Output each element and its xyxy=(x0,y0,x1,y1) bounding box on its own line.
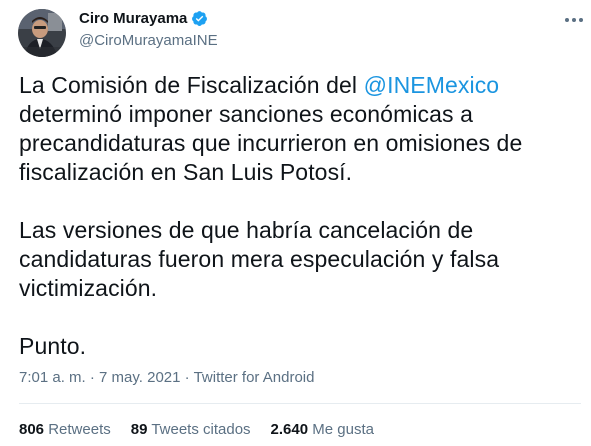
tweet-text-segment: determinó imponer sanciones económicas a… xyxy=(19,101,523,185)
quotes-count: 89 xyxy=(130,421,148,438)
tweet-text-segment: La Comisión de Fiscalización del xyxy=(19,72,364,98)
quote-tweets-stat[interactable]: 89 Tweets citados xyxy=(131,421,251,438)
tweet-metadata: 7:01 a. m. · 7 may. 2021 · Twitter for A… xyxy=(19,369,314,386)
likes-stat[interactable]: 2.640 Me gusta xyxy=(271,421,374,438)
quotes-label: Tweets citados xyxy=(151,421,251,438)
verified-badge-icon xyxy=(192,11,208,26)
tweet-paragraph-3: Punto. xyxy=(19,333,87,359)
tweet-date[interactable]: 7 may. 2021 xyxy=(99,369,180,386)
more-options-icon[interactable] xyxy=(562,10,586,30)
tweet-paragraph-2: Las versiones de que habría cancelación … xyxy=(19,217,500,301)
tweet-client[interactable]: Twitter for Android xyxy=(194,369,315,386)
likes-count: 2.640 xyxy=(270,421,309,438)
tweet-paragraph-1: La Comisión de Fiscalización del @INEMex… xyxy=(19,71,579,187)
likes-label: Me gusta xyxy=(312,421,374,438)
profile-photo-icon xyxy=(18,9,66,57)
retweets-count: 806 xyxy=(19,421,45,438)
divider xyxy=(19,403,581,404)
tweet-stats: 806 Retweets 89 Tweets citados 2.640 Me … xyxy=(19,421,394,438)
meta-separator: · xyxy=(184,369,190,386)
retweets-stat[interactable]: 806 Retweets xyxy=(19,421,111,438)
author-name[interactable]: Ciro Murayama xyxy=(79,10,187,27)
author-name-row: Ciro Murayama xyxy=(79,10,208,27)
tweet-time[interactable]: 7:01 a. m. xyxy=(19,369,86,386)
mention-link[interactable]: @INEMexico xyxy=(364,72,500,98)
tweet-text: La Comisión de Fiscalización del @INEMex… xyxy=(19,71,579,390)
tweet-card: Ciro Murayama @CiroMurayamaINE La Comisi… xyxy=(0,0,591,446)
author-handle[interactable]: @CiroMurayamaINE xyxy=(79,32,218,49)
avatar[interactable] xyxy=(18,9,66,57)
retweets-label: Retweets xyxy=(48,421,111,438)
meta-separator: · xyxy=(89,369,95,386)
